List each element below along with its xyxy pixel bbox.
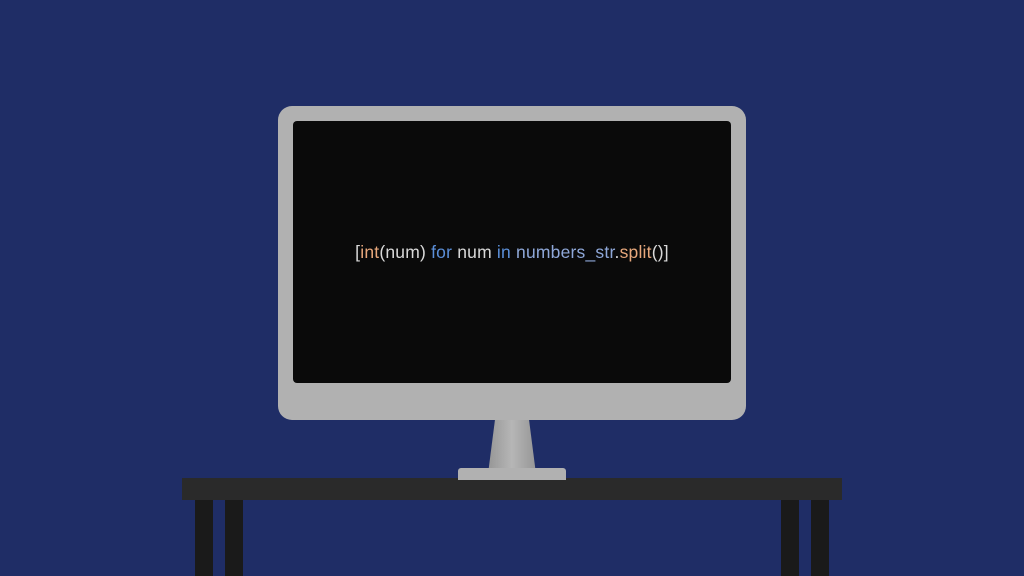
code-token-variable: num — [385, 242, 420, 262]
desk-leg — [195, 500, 213, 576]
code-token-keyword: for — [431, 242, 452, 262]
code-token-variable: num — [457, 242, 492, 262]
monitor-stand-base — [458, 468, 566, 480]
code-line: [int(num) for num in numbers_str.split()… — [355, 242, 669, 263]
code-token-identifier: numbers_str — [516, 242, 615, 262]
monitor-screen: [int(num) for num in numbers_str.split()… — [293, 121, 731, 383]
desk-leg — [811, 500, 829, 576]
code-token-keyword: in — [497, 242, 511, 262]
desk-surface — [182, 478, 842, 500]
monitor-stand-neck — [488, 418, 536, 474]
code-token-method: split — [620, 242, 652, 262]
desk-leg — [225, 500, 243, 576]
code-token-function: int — [360, 242, 379, 262]
code-token-bracket: ] — [664, 242, 669, 262]
desk-leg — [781, 500, 799, 576]
